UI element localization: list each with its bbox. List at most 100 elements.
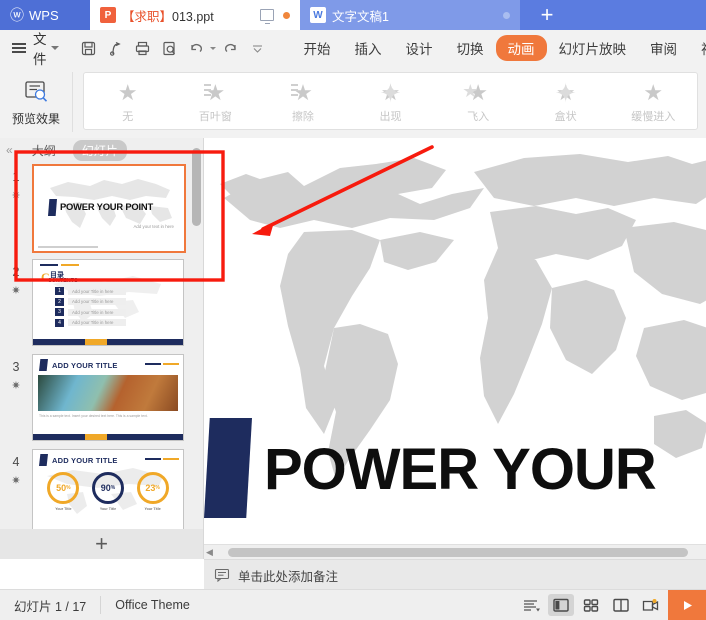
star-box-icon: ✦★	[556, 80, 576, 106]
thumbnail-title-4: ADD YOUR TITLE	[52, 456, 118, 465]
quick-access-toolbar	[77, 36, 270, 60]
print-icon[interactable]	[131, 36, 155, 60]
thumbnail-slide-2[interactable]: C 目录 CONTENTS 1Add your Title in here 2A…	[32, 259, 184, 346]
stat-value-3: 23%	[137, 472, 169, 504]
reading-view-icon[interactable]	[608, 594, 634, 616]
undo-icon[interactable]	[185, 36, 209, 60]
thumbnail-number-1: 1	[0, 170, 32, 184]
stat-circles: 50% Your Title 90% Your Title 23% Your T…	[41, 472, 175, 511]
thumbnail-meta-3: 3 ✷	[0, 354, 32, 394]
content-text-4: Add your Title in here	[68, 319, 126, 326]
effect-blinds[interactable]: ★ 百叶窗	[172, 73, 260, 129]
undo-dropdown-icon[interactable]	[210, 47, 216, 50]
thumbnail-number-3: 3	[0, 360, 32, 374]
new-tab-button[interactable]: +	[520, 0, 574, 30]
accent-gold-3	[163, 363, 179, 365]
effect-blinds-label: 百叶窗	[199, 108, 232, 124]
animation-indicator-icon-3[interactable]: ✷	[0, 379, 32, 394]
thumbnail-list[interactable]: 1 ✷ POWER YOUR POINT Add your text in he…	[0, 162, 203, 529]
effect-box[interactable]: ✦★ 盒状	[522, 73, 610, 129]
notes-pane[interactable]: 单击此处添加备注	[204, 559, 706, 590]
document-tab-ppt[interactable]: P 【求职】013.ppt	[90, 0, 300, 30]
powerpoint-icon: P	[100, 7, 116, 23]
status-bar: 幻灯片 1 / 17 Office Theme	[0, 589, 706, 620]
outline-view-icon[interactable]	[518, 594, 544, 616]
notes-placeholder: 单击此处添加备注	[238, 566, 338, 585]
effect-appear[interactable]: ✦★ 出现	[347, 73, 435, 129]
animation-indicator-icon-4[interactable]: ✷	[0, 474, 32, 489]
thumbnail-scrollbar-handle[interactable]	[192, 148, 201, 226]
slide-canvas[interactable]: POWER YOUR	[204, 138, 706, 543]
ribbon-tab-insert[interactable]: 插入	[343, 35, 394, 61]
ribbon-tab-design[interactable]: 设计	[394, 35, 445, 61]
navy-accent-1	[48, 199, 57, 216]
thumbnail-footer-1	[38, 246, 98, 248]
animation-indicator-icon-1[interactable]: ✷	[0, 189, 32, 204]
ribbon-tab-transition[interactable]: 切换	[445, 35, 496, 61]
stat-label-3: Your Title	[145, 507, 161, 511]
slide-sorter-icon[interactable]	[578, 594, 604, 616]
slide-thumbnail-panel: « 大纲 幻灯片 1 ✷ POWER YOUR POINT Add your t…	[0, 138, 204, 559]
effect-slow-enter[interactable]: ★ 缓慢进入	[609, 73, 697, 129]
share-icon[interactable]	[104, 36, 128, 60]
redo-icon[interactable]	[219, 36, 243, 60]
panel-tab-outline[interactable]: 大纲	[23, 140, 65, 161]
thumbnail-item-3[interactable]: 3 ✷ ADD YOUR TITLE This is a sample text…	[0, 354, 203, 449]
thumbnail-photo-3	[38, 375, 178, 411]
word-icon: W	[310, 7, 326, 23]
preview-effect-button[interactable]: 预览效果	[0, 66, 72, 138]
star-plain-icon: ★	[118, 80, 138, 106]
customize-toolbar-icon[interactable]	[246, 36, 270, 60]
ribbon-tab-view[interactable]: 视图	[689, 35, 706, 61]
slide-title[interactable]: POWER YOUR	[264, 436, 656, 503]
ribbon-tab-slideshow[interactable]: 幻灯片放映	[547, 35, 639, 61]
thumbnail-meta-1: 1 ✷	[0, 164, 32, 204]
theme-name[interactable]: Office Theme	[101, 590, 204, 620]
effect-none[interactable]: ★ 无	[84, 73, 172, 129]
thumbnail-footer-2	[33, 339, 183, 345]
thumbnail-slide-3[interactable]: ADD YOUR TITLE This is a sample text. In…	[32, 354, 184, 441]
animation-indicator-icon-2[interactable]: ✷	[0, 284, 32, 299]
ribbon-divider	[72, 72, 73, 132]
hamburger-menu-icon[interactable]	[12, 43, 26, 53]
slide-editor[interactable]: POWER YOUR ◀	[204, 138, 706, 559]
panel-tab-slides[interactable]: 幻灯片	[73, 140, 127, 161]
thumbnail-meta-2: 2 ✷	[0, 259, 32, 299]
normal-view-icon[interactable]	[548, 594, 574, 616]
stat-label-2: Your Title	[100, 507, 116, 511]
effect-slow-label: 缓慢进入	[631, 108, 675, 124]
print-preview-icon[interactable]	[158, 36, 182, 60]
presenter-view-icon[interactable]	[638, 594, 664, 616]
play-slideshow-button[interactable]	[668, 590, 706, 620]
accent-gold-2	[61, 264, 79, 266]
star-appear-icon: ✦★	[381, 80, 401, 106]
document-tab-word[interactable]: W 文字文稿1	[300, 0, 520, 30]
horizontal-scrollbar-handle[interactable]	[228, 548, 688, 557]
thumbnail-scrollbar[interactable]	[189, 138, 203, 505]
save-icon[interactable]	[77, 36, 101, 60]
collapse-panel-icon[interactable]: «	[4, 143, 15, 157]
effect-wipe[interactable]: ★ 擦除	[259, 73, 347, 129]
file-menu-button[interactable]: 文件	[33, 28, 59, 68]
scroll-left-arrow-icon[interactable]: ◀	[206, 547, 213, 558]
thumbnail-footer-accent-2	[85, 339, 107, 345]
ribbon-tab-animation[interactable]: 动画	[496, 35, 547, 61]
add-slide-button[interactable]: +	[0, 529, 203, 559]
thumbnail-item-2[interactable]: 2 ✷ C 目录 CONTENTS 1Add your Title in her…	[0, 259, 203, 354]
stat-value-2: 90%	[92, 472, 124, 504]
star-flyin-icon: ★★	[468, 80, 488, 106]
animation-effect-gallery[interactable]: ★ 无 ★ 百叶窗 ★ 擦除 ✦★ 出现 ★★ 飞入 ✦★ 盒状	[83, 72, 698, 130]
horizontal-scrollbar[interactable]: ◀	[204, 544, 706, 559]
ribbon-tab-start[interactable]: 开始	[292, 35, 343, 61]
slide-counter[interactable]: 幻灯片 1 / 17	[0, 590, 100, 620]
monitor-icon[interactable]	[260, 9, 274, 21]
thumbnail-item-1[interactable]: 1 ✷ POWER YOUR POINT Add your text in he…	[0, 164, 203, 259]
effect-flyin[interactable]: ★★ 飞入	[434, 73, 522, 129]
wps-logo[interactable]: ⓦ WPS	[0, 0, 90, 30]
thumbnail-slide-1[interactable]: POWER YOUR POINT Add your text in here	[32, 164, 186, 253]
document-tab-ppt-label: 【求职】013.ppt	[122, 6, 214, 25]
thumbnail-item-4[interactable]: 4 ✷ ADD YOUR TITLE 50% Your Title	[0, 449, 203, 529]
ribbon-tab-review[interactable]: 审阅	[638, 35, 689, 61]
animation-ribbon: 预览效果 ★ 无 ★ 百叶窗 ★ 擦除 ✦★ 出现 ★★ 飞入	[0, 66, 706, 139]
thumbnail-slide-4[interactable]: ADD YOUR TITLE 50% Your Title 90% Your T…	[32, 449, 184, 529]
